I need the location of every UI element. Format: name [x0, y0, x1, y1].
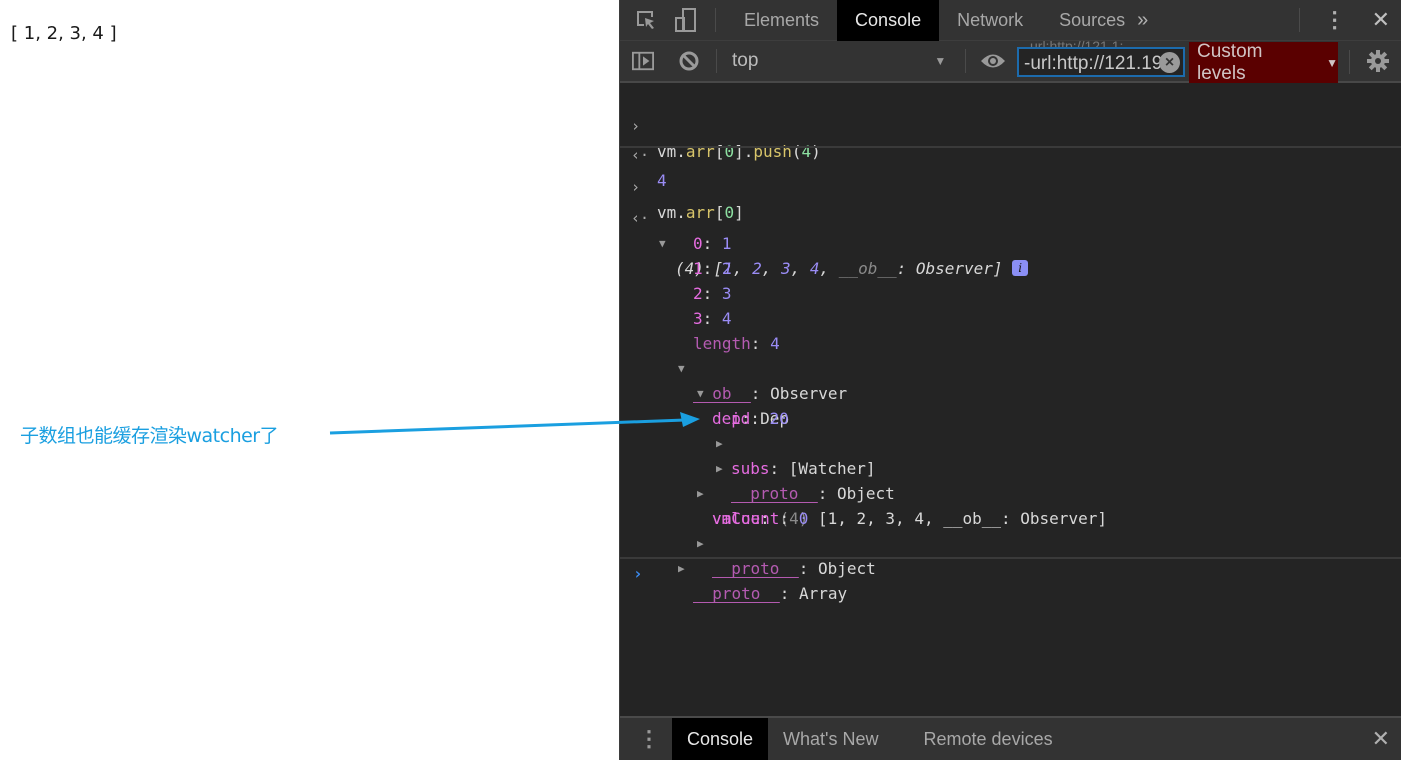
array-entry: 2: 3: [693, 284, 732, 303]
subs-entry[interactable]: ▶ subs: [Watcher]: [620, 406, 1401, 478]
array-entry: 1: 2: [693, 259, 732, 278]
array-entry: 0: 1: [693, 234, 732, 253]
log-levels-label: Custom levels: [1197, 40, 1263, 84]
devtools-panel: Elements Console Network Sources » ⋮ ✕ t…: [619, 0, 1401, 760]
settings-gear-icon[interactable]: [1366, 49, 1390, 78]
console-input-line: › vm.arr[0].push(4): [620, 89, 1401, 161]
drawer-tabbar: ⋮ Console What's New Remote devices ✕: [620, 716, 1401, 760]
length-entry: length: 4: [693, 334, 780, 353]
more-tabs-icon[interactable]: »: [1137, 9, 1148, 32]
live-expression-eye-icon[interactable]: [979, 50, 1007, 72]
clear-filter-icon[interactable]: ×: [1159, 52, 1180, 73]
divider: [715, 8, 716, 32]
divider: [1349, 50, 1350, 74]
devtools-tabbar: Elements Console Network Sources » ⋮ ✕: [620, 0, 1401, 41]
divider: [1298, 8, 1300, 32]
tab-console[interactable]: Console: [837, 0, 940, 41]
close-drawer-icon[interactable]: ✕: [1372, 726, 1390, 752]
drawer-tab-remote-devices[interactable]: Remote devices: [909, 718, 1068, 760]
context-selector[interactable]: top: [732, 50, 758, 72]
chevron-down-icon: ▼: [1326, 55, 1338, 70]
context-dropdown-caret-icon[interactable]: ▼: [934, 54, 946, 68]
drawer-tab-whats-new[interactable]: What's New: [768, 718, 893, 760]
dep-entry[interactable]: ▼ dep: Dep: [620, 356, 1401, 428]
divider: [965, 49, 967, 73]
log-levels-dropdown[interactable]: Custom levels ▼: [1189, 40, 1338, 84]
message-divider: [620, 146, 1401, 148]
web-page: [ 1, 2, 3, 4 ] 子数组也能缓存渲染watcher了: [0, 0, 619, 760]
annotation-text: 子数组也能缓存渲染watcher了: [20, 425, 279, 447]
console-toolbar: top ▼ url:http://121.1: -url:http://121.…: [620, 38, 1401, 84]
device-toolbar-icon[interactable]: [675, 8, 697, 32]
ob-proto-entry[interactable]: ▶ __proto__: Object: [620, 506, 1401, 578]
console-input[interactable]: [655, 559, 1395, 699]
ob-entry[interactable]: ▼ __ob__: Observer: [620, 331, 1401, 403]
filter-input-value: -url:http://121.19: [1024, 53, 1163, 74]
filter-input[interactable]: -url:http://121.19 ×: [1017, 47, 1185, 77]
array-proto-entry[interactable]: ▶ __proto__: Array: [620, 531, 1401, 603]
dep-proto-entry[interactable]: ▶ __proto__: Object: [620, 431, 1401, 503]
show-sidebar-icon[interactable]: [632, 50, 654, 72]
clear-console-icon[interactable]: [678, 50, 700, 72]
drawer-tab-console[interactable]: Console: [672, 718, 769, 760]
close-devtools-icon[interactable]: ✕: [1372, 7, 1390, 33]
array-summary-row[interactable]: ‹· ▼ (4) [1, 2, 3, 4, __ob__: Observer] …: [620, 181, 1401, 278]
tab-sources[interactable]: Sources: [1041, 0, 1143, 41]
vmcount-entry: vmCount: 0: [712, 509, 809, 528]
console-result-line: ‹· 4: [620, 118, 1401, 190]
drawer-menu-icon[interactable]: ⋮: [638, 726, 660, 752]
inspect-element-icon[interactable]: [635, 9, 657, 31]
more-options-icon[interactable]: ⋮: [1324, 7, 1346, 33]
divider: [716, 49, 717, 73]
array-entry: 3: 4: [693, 309, 732, 328]
tab-elements[interactable]: Elements: [726, 0, 837, 41]
console-prompt-icon: ›: [633, 564, 643, 583]
console-input-line: › vm.arr[0]: [620, 150, 1401, 222]
id-entry: id: 20: [731, 409, 789, 428]
tab-network[interactable]: Network: [939, 0, 1041, 41]
rendered-array: [ 1, 2, 3, 4 ]: [11, 23, 117, 44]
value-entry[interactable]: ▶ value: (4) [1, 2, 3, 4, __ob__: Observ…: [620, 456, 1401, 528]
console-output: › vm.arr[0].push(4) ‹· 4 › vm.arr[0] ‹· …: [620, 85, 1401, 716]
